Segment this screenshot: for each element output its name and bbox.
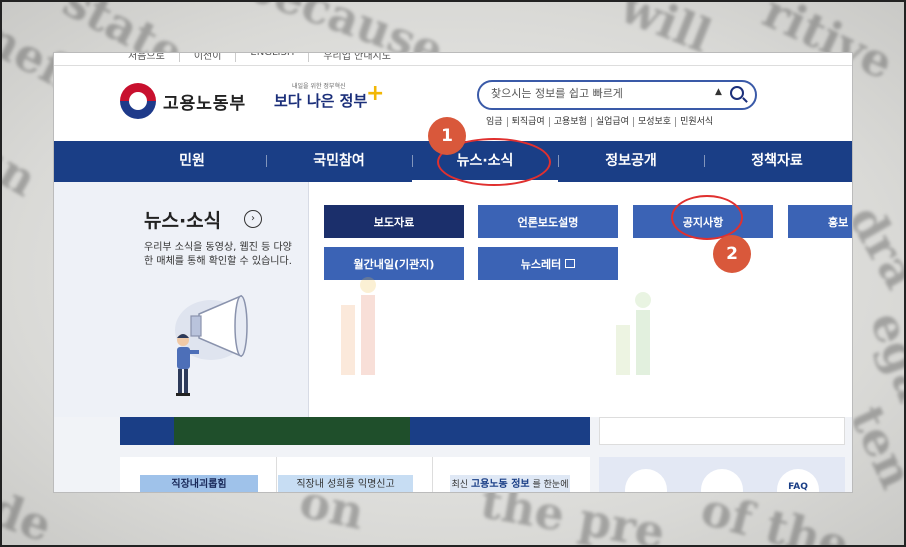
press-explanation-button[interactable]: 언론보도설명 xyxy=(478,205,618,238)
monthly-magazine-button[interactable]: 월간내일(기관지) xyxy=(324,247,464,280)
external-link-icon xyxy=(565,259,576,268)
search-box: ▲ xyxy=(477,80,757,110)
panel-intro: 뉴스·소식 › 우리부 소식을 동영상, 웹진 등 다양한 매체를 통해 확인할… xyxy=(54,182,309,417)
search-icon[interactable] xyxy=(730,86,744,100)
utility-bar: 처음으로 이전이 ENGLISH 우리업 안내지도 xyxy=(54,53,852,65)
util-map-link[interactable]: 우리업 안내지도 xyxy=(309,53,405,62)
latest-prefix: 최신 xyxy=(451,480,469,490)
newsletter-label: 뉴스레터 xyxy=(520,257,562,271)
lower-content: 직장내괴롭힘 직장내 성희롱 익명신고 최신 고용노동 정보 를 한눈에 FAQ xyxy=(54,417,852,492)
org-name: 고용노동부 xyxy=(163,93,247,114)
util-prev-link[interactable]: 이전이 xyxy=(180,53,237,62)
util-home-link[interactable]: 처음으로 xyxy=(114,53,180,62)
card-divider xyxy=(276,457,277,492)
slogan-small: 내일을 위한 정부혁신 xyxy=(292,83,346,90)
latest-info-card[interactable]: 최신 고용노동 정보 를 한눈에 xyxy=(450,475,570,492)
search-input[interactable] xyxy=(491,87,701,100)
banner-card[interactable] xyxy=(120,417,410,445)
faq-icon[interactable]: FAQ xyxy=(777,469,819,492)
tab-civil-affairs[interactable]: 민원 xyxy=(119,141,265,182)
gov-slogan: 내일을 위한 정부혁신 보다 나은 정부 + xyxy=(274,81,384,111)
annotation-badge-1: 1 xyxy=(428,117,466,155)
tab-policy-data[interactable]: 정책자료 xyxy=(704,141,850,182)
quick-link-wage[interactable]: 임금 xyxy=(482,117,508,127)
panel-title: 뉴스·소식 xyxy=(144,210,222,232)
icon-shortcuts: FAQ xyxy=(599,457,845,492)
utility-divider xyxy=(54,65,852,66)
quick-link-maternity[interactable]: 모성보호 xyxy=(634,117,677,127)
quick-link-forms[interactable]: 민원서식 xyxy=(676,117,717,127)
quick-links: 임금 퇴직급여 고용보험 실업급여 모성보호 민원서식 xyxy=(482,117,717,127)
press-release-button[interactable]: 보도자료 xyxy=(324,205,464,238)
banner-card-2[interactable] xyxy=(410,417,590,445)
quick-link-severance[interactable]: 퇴직급여 xyxy=(508,117,550,127)
panel-description: 우리부 소식을 동영상, 웹진 등 다양한 매체를 통해 확인할 수 있습니다. xyxy=(144,242,292,267)
util-english-link[interactable]: ENGLISH xyxy=(236,53,310,62)
info-card[interactable] xyxy=(599,417,845,445)
plus-icon: + xyxy=(366,81,385,106)
banner-green xyxy=(174,417,410,445)
caret-up-icon[interactable]: ▲ xyxy=(715,87,722,97)
latest-highlight: 고용노동 정보 xyxy=(470,479,530,490)
megaphone-person-illustration xyxy=(175,294,248,396)
harassment-report-card[interactable]: 직장내 성희롱 익명신고 xyxy=(278,475,413,492)
screenshot-frame: 처음으로 이전이 ENGLISH 우리업 안내지도 고용노동부 내일을 위한 정… xyxy=(53,52,853,493)
folder-icon[interactable] xyxy=(701,469,743,492)
annotation-circle-notice xyxy=(671,195,743,240)
tab-info-disclosure[interactable]: 정보공개 xyxy=(558,141,704,182)
quick-link-employment-insurance[interactable]: 고용보험 xyxy=(550,117,592,127)
card-divider xyxy=(432,457,433,492)
service-cards: 직장내괴롭힘 직장내 성희롱 익명신고 최신 고용노동 정보 를 한눈에 xyxy=(120,457,590,492)
annotation-badge-2: 2 xyxy=(713,235,751,273)
workplace-harassment-card[interactable]: 직장내괴롭힘 xyxy=(140,475,258,492)
org-logo[interactable]: 고용노동부 xyxy=(120,83,246,119)
newsletter-button[interactable]: 뉴스레터 xyxy=(478,247,618,280)
tab-participation[interactable]: 국민참여 xyxy=(266,141,412,182)
latest-suffix: 를 한눈에 xyxy=(532,480,569,490)
taeguk-icon xyxy=(120,83,156,119)
quick-link-unemployment[interactable]: 실업급여 xyxy=(592,117,634,127)
envelope-icon[interactable] xyxy=(625,469,667,492)
promotion-button[interactable]: 홍보 xyxy=(788,205,852,238)
slogan-big: 보다 나은 정부 xyxy=(274,92,368,110)
arrow-right-icon[interactable]: › xyxy=(244,210,262,228)
